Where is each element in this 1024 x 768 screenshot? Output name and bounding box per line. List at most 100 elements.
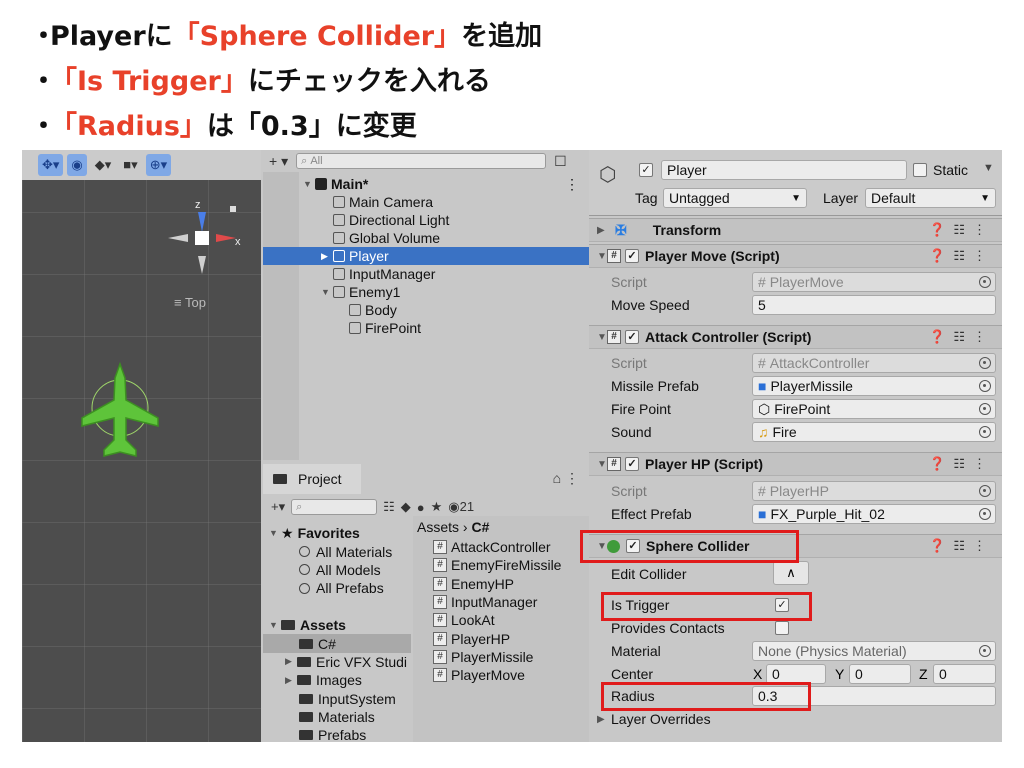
tree-item-assets[interactable]: ▼ Assets <box>263 616 411 634</box>
tree-item-favorites[interactable]: ▼ ★ Favorites <box>263 524 411 542</box>
hierarchy-row-global-volume[interactable]: Global Volume <box>263 229 589 247</box>
expand-triangle-icon[interactable]: ▼ <box>589 332 607 343</box>
object-picker-icon[interactable] <box>979 403 991 415</box>
search-by-type-icon[interactable]: ☷ <box>383 499 395 515</box>
component-transform[interactable]: ▶ ✠ Transform ❓☷⋮ <box>589 218 1002 242</box>
gizmo-left-arrow[interactable] <box>168 234 188 242</box>
breadcrumb-assets[interactable]: Assets <box>417 519 459 535</box>
file-item[interactable]: # InputManager <box>413 593 589 611</box>
create-asset-button[interactable]: +▾ <box>271 499 285 515</box>
enable-checkbox[interactable]: ✓ <box>625 457 639 471</box>
object-picker-icon[interactable] <box>979 508 991 520</box>
lock-icon[interactable] <box>230 206 236 212</box>
expand-triangle-icon[interactable]: ▼ <box>589 251 607 262</box>
component-header-icons[interactable]: ❓☷⋮ <box>929 538 994 554</box>
search-by-label-icon[interactable]: ◆ <box>401 499 411 515</box>
enable-checkbox[interactable]: ✓ <box>625 249 639 263</box>
object-name-input[interactable]: Player <box>661 160 907 180</box>
gizmo-z-arrow[interactable] <box>198 212 206 232</box>
hierarchy-row-firepoint[interactable]: FirePoint <box>263 319 589 337</box>
tree-item-images[interactable]: ▶ Images <box>263 671 411 689</box>
component-player-hp[interactable]: ▼ # ✓ Player HP (Script) ❓☷⋮ <box>589 452 1002 476</box>
favorite-star-icon[interactable]: ★ <box>431 499 443 515</box>
fire-point-field[interactable]: ⬡ FirePoint <box>752 399 996 419</box>
visibility-count[interactable]: ◉21 <box>448 499 474 515</box>
gizmos-toggle-button[interactable]: ⊕▾ <box>145 154 172 176</box>
effect-prefab-field[interactable]: ■ FX_Purple_Hit_02 <box>752 504 996 524</box>
property-layer-overrides[interactable]: ▶ Layer Overrides <box>589 708 1002 730</box>
hierarchy-lock-icon[interactable]: ☐ <box>554 153 567 170</box>
scene-view[interactable]: ✥▾ ◉ ◆▾ ■▾ ⊕▾ z x ≡ Top <box>22 150 261 742</box>
expand-triangle-icon[interactable]: ▶ <box>321 251 333 262</box>
center-y-input[interactable]: 0 <box>849 664 911 684</box>
project-search-input[interactable]: ⌕ <box>291 499 378 515</box>
hierarchy-search-input[interactable]: ⌕ All <box>296 153 547 169</box>
expand-triangle-icon[interactable]: ▼ <box>303 179 315 189</box>
file-item[interactable]: # EnemyFireMissile <box>413 556 589 574</box>
tree-item-materials[interactable]: Materials <box>263 708 411 726</box>
enable-checkbox[interactable]: ✓ <box>625 330 639 344</box>
active-checkbox[interactable]: ✓ <box>639 163 653 177</box>
player-plane-sprite[interactable] <box>80 360 160 460</box>
hierarchy-row-directional-light[interactable]: Directional Light <box>263 211 589 229</box>
expand-triangle-icon[interactable]: ▶ <box>597 714 605 725</box>
tag-dropdown[interactable]: Untagged ▼ <box>663 188 807 208</box>
center-x-input[interactable]: 0 <box>766 664 826 684</box>
file-item[interactable]: # PlayerMove <box>413 666 589 684</box>
tree-item-all-models[interactable]: All Models <box>263 561 411 579</box>
expand-triangle-icon[interactable]: ▶ <box>589 225 607 236</box>
component-header-icons[interactable]: ❓☷⋮ <box>929 329 994 345</box>
file-item[interactable]: # PlayerMissile <box>413 648 589 666</box>
gizmo-down-arrow[interactable] <box>198 256 206 274</box>
component-header-icons[interactable]: ❓☷⋮ <box>929 248 994 264</box>
tree-item-csharp[interactable]: C# <box>263 634 411 653</box>
visibility-eye-icon[interactable]: ◉ <box>67 154 87 176</box>
physics-material-field[interactable]: None (Physics Material) <box>752 641 996 661</box>
provides-contacts-checkbox[interactable] <box>775 621 789 635</box>
expand-triangle-icon[interactable]: ▼ <box>589 459 607 470</box>
hierarchy-row-body[interactable]: Body <box>263 301 589 319</box>
hierarchy-row-input-manager[interactable]: InputManager <box>263 265 589 283</box>
breadcrumb-csharp[interactable]: C# <box>471 519 489 535</box>
static-dropdown-icon[interactable]: ▼ <box>983 162 994 174</box>
center-z-input[interactable]: 0 <box>933 664 996 684</box>
gizmo-x-arrow[interactable] <box>216 234 236 242</box>
move-speed-input[interactable]: 5 <box>752 295 996 315</box>
file-item[interactable]: # LookAt <box>413 611 589 629</box>
component-header-icons[interactable]: ❓☷⋮ <box>929 456 994 472</box>
orientation-gizmo[interactable]: z x <box>162 198 242 278</box>
hierarchy-row-enemy1[interactable]: ▼ Enemy1 <box>263 283 589 301</box>
hidden-packages-icon[interactable]: ● <box>417 500 425 515</box>
file-item[interactable]: # AttackController <box>413 538 589 556</box>
gizmo-center-cube[interactable] <box>195 231 209 245</box>
hierarchy-row-player[interactable]: ▶ Player <box>263 247 589 265</box>
edit-collider-button[interactable]: ∧ <box>773 561 809 585</box>
more-options-icon[interactable]: ⋮ <box>565 176 579 193</box>
component-player-move[interactable]: ▼ # ✓ Player Move (Script) ❓☷⋮ <box>589 244 1002 268</box>
add-object-button[interactable]: + ▾ <box>269 153 288 170</box>
sound-field[interactable]: ♫ Fire <box>752 422 996 442</box>
component-attack-controller[interactable]: ▼ # ✓ Attack Controller (Script) ❓☷⋮ <box>589 325 1002 349</box>
tree-item-eric-vfx[interactable]: ▶ Eric VFX Studi <box>263 653 411 671</box>
layer-dropdown[interactable]: Default ▼ <box>865 188 996 208</box>
file-item[interactable]: # EnemyHP <box>413 575 589 593</box>
tree-item-all-materials[interactable]: All Materials <box>263 542 411 560</box>
missile-prefab-field[interactable]: ■ PlayerMissile <box>752 376 996 396</box>
component-header-icons[interactable]: ❓☷⋮ <box>929 222 994 238</box>
draw-mode-button[interactable]: ◆▾ <box>91 154 116 176</box>
static-checkbox[interactable] <box>913 163 927 177</box>
object-picker-icon[interactable] <box>979 645 991 657</box>
tab-project[interactable]: Project <box>263 464 361 494</box>
tree-item-prefabs[interactable]: Prefabs <box>263 726 411 742</box>
camera-button[interactable]: ■▾ <box>119 154 141 176</box>
gizmo-tools-button[interactable]: ✥▾ <box>38 154 64 176</box>
project-lock-icon[interactable]: ⌂ ⋮ <box>553 470 579 487</box>
expand-triangle-icon[interactable]: ▼ <box>321 287 333 297</box>
tree-item-all-prefabs[interactable]: All Prefabs <box>263 579 411 597</box>
object-picker-icon[interactable] <box>979 380 991 392</box>
hierarchy-row-main-camera[interactable]: Main Camera <box>263 193 589 211</box>
object-picker-icon[interactable] <box>979 426 991 438</box>
hierarchy-row-main[interactable]: ▼ Main* ⋮ <box>263 175 589 193</box>
file-item[interactable]: # PlayerHP <box>413 629 589 647</box>
tree-item-input-system[interactable]: InputSystem <box>263 690 411 708</box>
